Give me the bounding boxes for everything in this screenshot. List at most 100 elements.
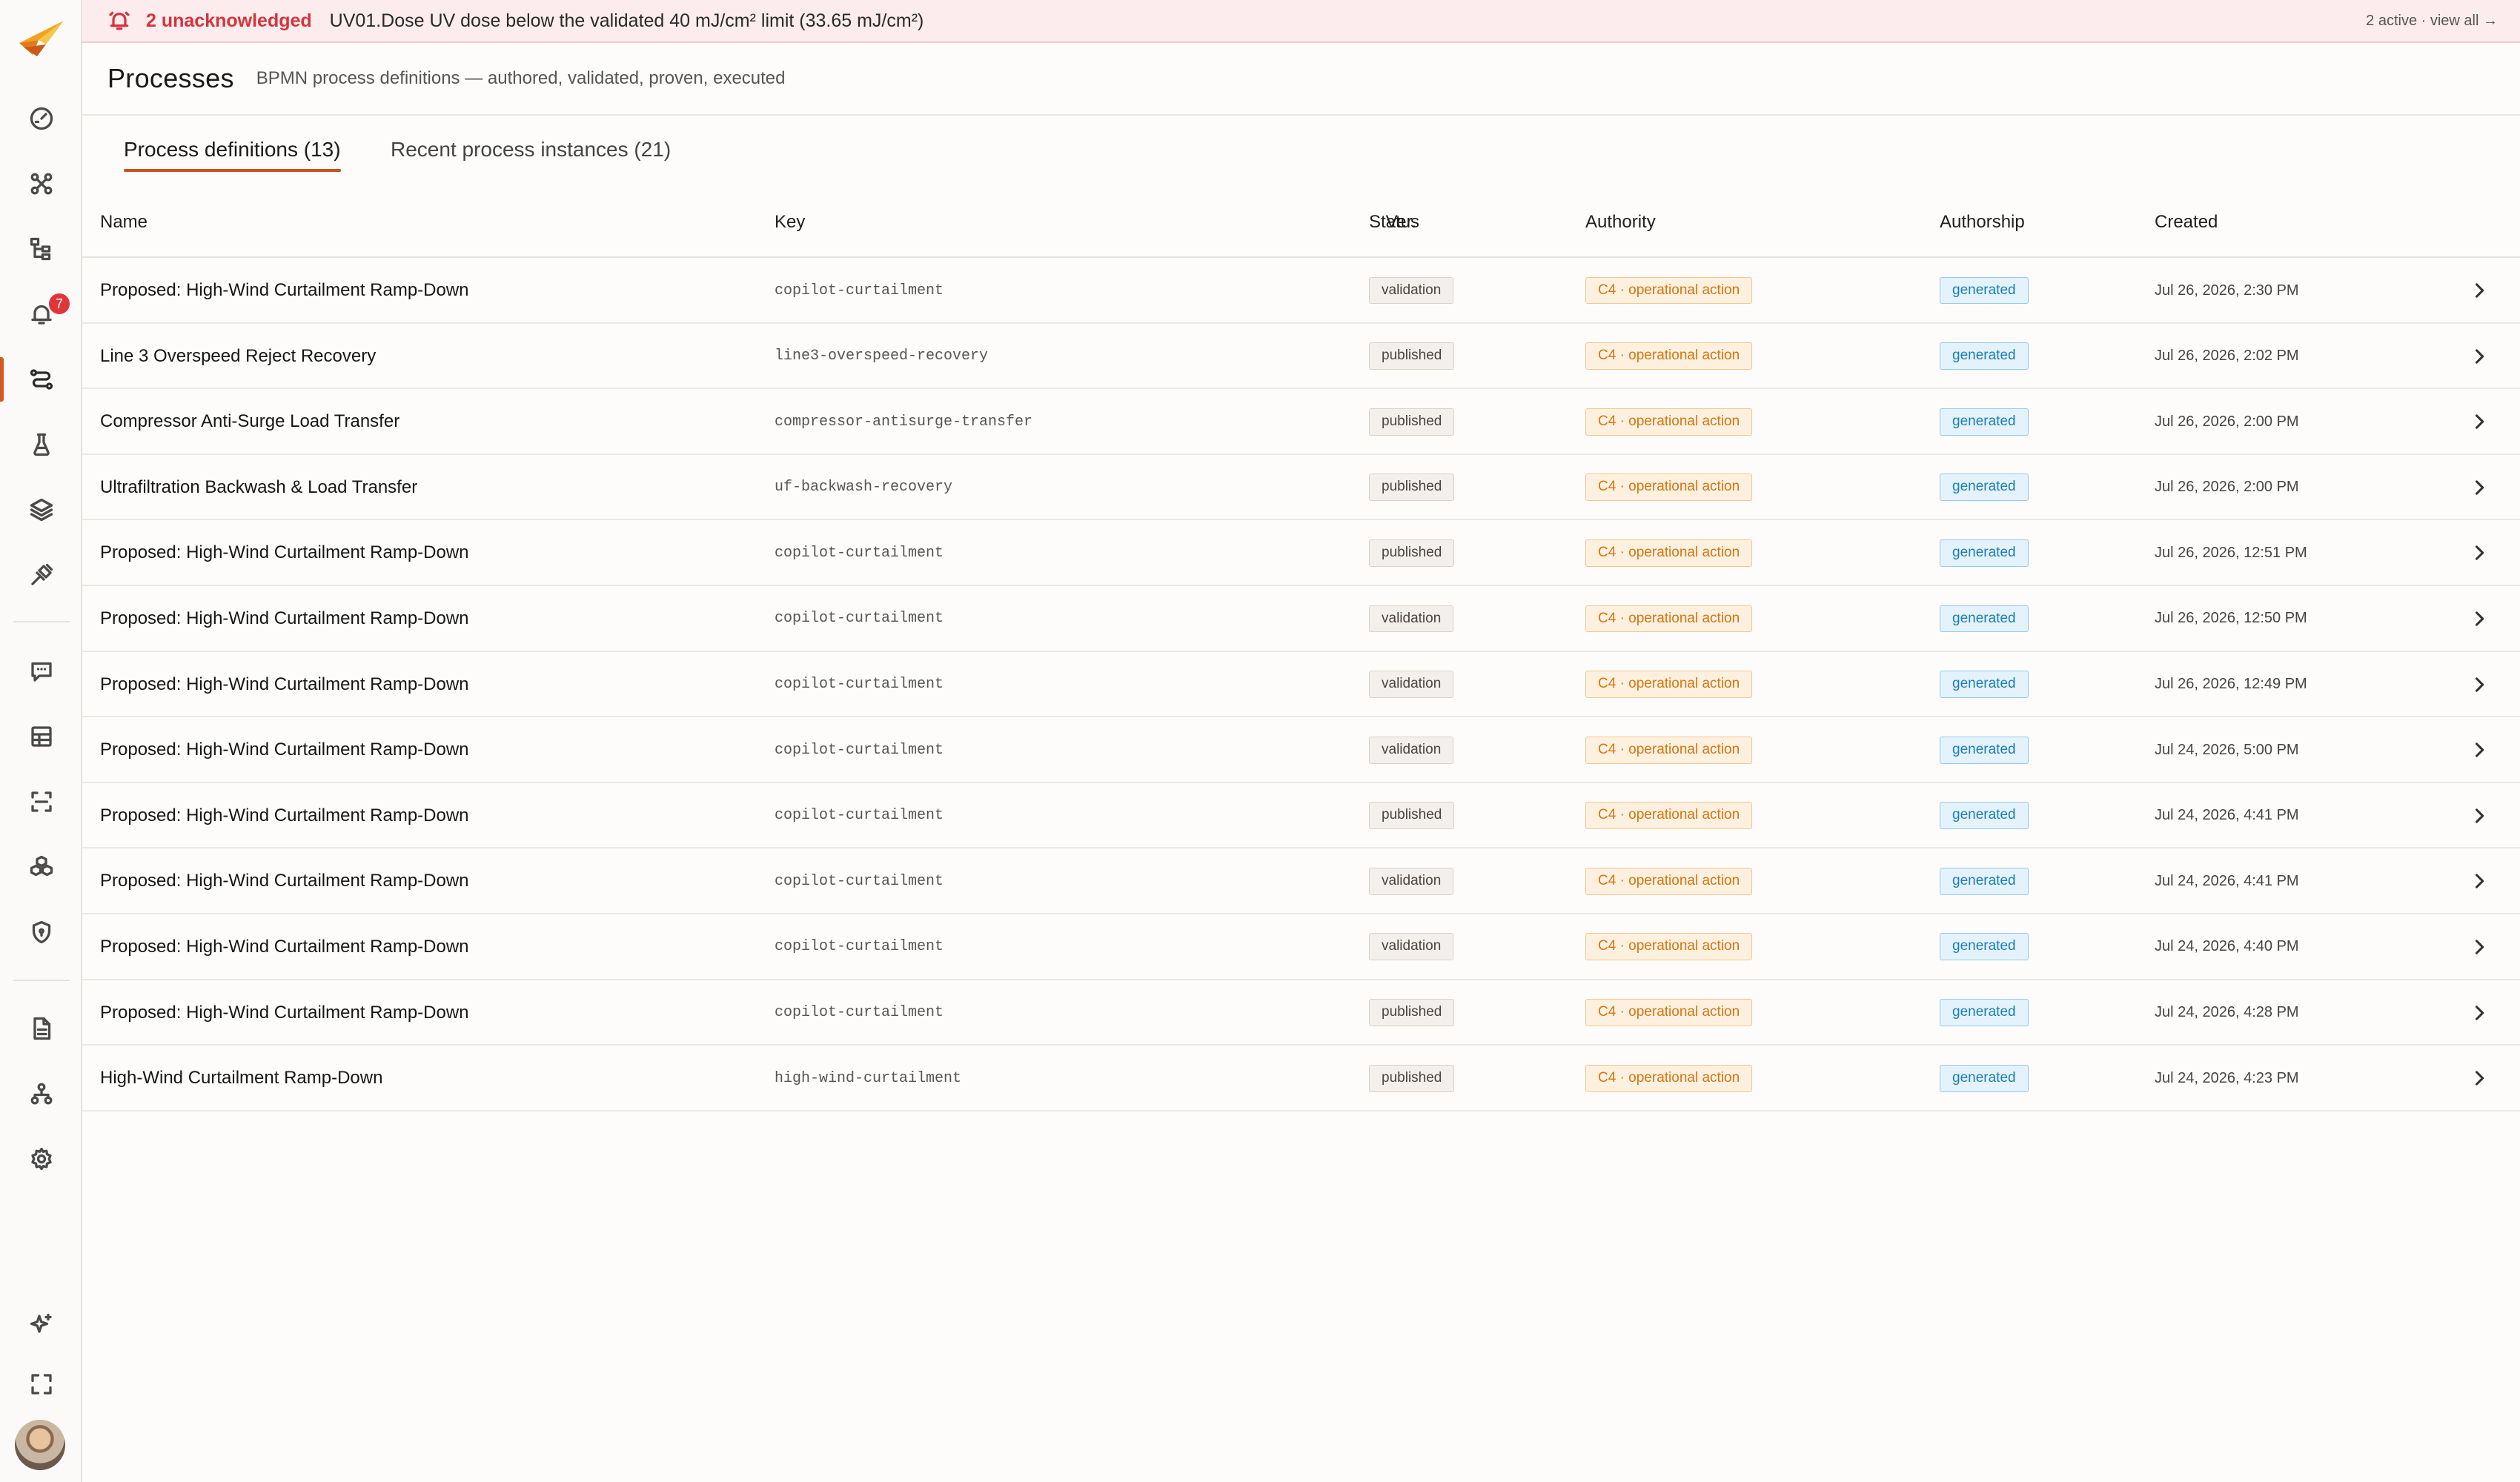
nav-org[interactable] [0,1063,82,1125]
status-cell: published [1369,980,1455,1046]
nav-graph[interactable] [0,153,82,215]
chevron-right-icon[interactable] [2469,1046,2490,1111]
authority-cell: C4 · operational action [1585,848,1753,914]
chevron-right-icon[interactable] [2469,717,2490,782]
process-name: Proposed: High-Wind Curtailment Ramp-Dow… [100,674,469,694]
chevron-right-icon[interactable] [2469,258,2490,323]
authorship-badge: generated [1940,276,2029,305]
authority-badge: C4 · operational action [1585,671,1753,698]
column-header-created[interactable]: Created [2155,212,2218,233]
nav-tables[interactable] [0,705,82,768]
authority-cell: C4 · operational action [1585,324,1753,389]
table-row[interactable]: Proposed: High-Wind Curtailment Ramp-Dow… [82,914,2520,980]
status-cell: published [1369,783,1455,848]
chevron-right-icon[interactable] [2469,980,2490,1046]
nav-processes[interactable] [0,348,82,411]
nav-assistant[interactable] [0,1294,82,1356]
chevron-right-icon[interactable] [2469,848,2490,914]
nav-chat[interactable] [0,640,82,702]
table-row[interactable]: Compressor Anti-Surge Load Transfer compr… [82,389,2520,455]
created-date: Jul 24, 2026, 4:41 PM [2155,807,2299,824]
table-row[interactable]: Proposed: High-Wind Curtailment Ramp-Dow… [82,652,2520,718]
authority-badge: C4 · operational action [1585,342,1753,370]
nav-hierarchy[interactable] [0,218,82,280]
nav-fullscreen[interactable] [0,1353,82,1415]
nav-dashboard[interactable] [0,87,82,150]
authorship-badge: generated [1940,1064,2029,1092]
status-cell: published [1369,455,1455,520]
authority-cell: C4 · operational action [1585,717,1753,782]
document-icon [33,1017,50,1040]
table-row[interactable]: Proposed: High-Wind Curtailment Ramp-Dow… [82,717,2520,783]
chevron-right-icon[interactable] [2469,783,2490,848]
status-cell: validation [1369,848,1454,914]
table-row[interactable]: High-Wind Curtailment Ramp-Down high-wind… [82,1046,2520,1112]
chevron-right-icon[interactable] [2469,520,2490,585]
table-row[interactable]: Proposed: High-Wind Curtailment Ramp-Dow… [82,783,2520,849]
process-name: Proposed: High-Wind Curtailment Ramp-Dow… [100,542,469,563]
chevron-right-icon[interactable] [2469,455,2490,520]
nav-settings[interactable] [0,1128,82,1190]
user-avatar[interactable] [15,1420,65,1470]
table-row[interactable]: Proposed: High-Wind Curtailment Ramp-Dow… [82,586,2520,652]
column-header-name[interactable]: Name [100,212,147,233]
chevron-right-icon[interactable] [2469,586,2490,651]
table-row[interactable]: Ultrafiltration Backwash & Load Transfer… [82,455,2520,521]
authority-cell: C4 · operational action [1585,258,1753,323]
process-key: copilot-curtailment [775,807,944,825]
status-cell: validation [1369,717,1454,782]
table-row[interactable]: Proposed: High-Wind Curtailment Ramp-Dow… [82,980,2520,1046]
column-header-authority[interactable]: Authority [1585,212,1656,233]
table-header: Name Key Ver. Status Authority Authorshi… [82,190,2520,258]
created-date: Jul 24, 2026, 4:28 PM [2155,1004,2299,1021]
nav-documents[interactable] [0,997,82,1060]
process-name: Compressor Anti-Surge Load Transfer [100,411,400,432]
authority-cell: C4 · operational action [1585,586,1753,651]
nav-connectors[interactable] [0,544,82,606]
app-logo[interactable] [16,18,67,59]
authorship-badge: generated [1940,867,2029,895]
chevron-right-icon[interactable] [2469,652,2490,717]
table-grid-icon [30,726,52,747]
created-date: Jul 26, 2026, 12:50 PM [2155,610,2307,627]
process-key: uf-backwash-recovery [775,479,953,496]
column-header-key[interactable]: Key [775,212,805,233]
sparkle-icon [30,1313,52,1333]
created-date: Jul 26, 2026, 2:00 PM [2155,413,2299,430]
column-header-authorship[interactable]: Authorship [1940,212,2025,233]
nav-alarms[interactable]: 7 [0,283,82,345]
chevron-right-icon[interactable] [2469,389,2490,454]
authorship-cell: generated [1940,914,2029,980]
table-row[interactable]: Line 3 Overspeed Reject Recovery line3-ov… [82,324,2520,390]
authority-badge: C4 · operational action [1585,933,1753,961]
page-subtitle: BPMN process definitions — authored, val… [256,68,786,88]
authorship-cell: generated [1940,520,2029,585]
chevron-right-icon[interactable] [2469,914,2490,980]
column-header-status[interactable]: Status [1369,212,1419,233]
nav-assets[interactable] [0,836,82,898]
table-row[interactable]: Proposed: High-Wind Curtailment Ramp-Dow… [82,520,2520,586]
scan-frame-icon [30,791,52,812]
page-title: Processes [107,63,234,93]
alarm-banner[interactable]: 2 unacknowledged UV01.Dose UV dose below… [82,0,2520,43]
table-row[interactable]: Proposed: High-Wind Curtailment Ramp-Dow… [82,848,2520,914]
nav-lab[interactable] [0,413,82,476]
nav-security[interactable] [0,901,82,963]
authority-badge: C4 · operational action [1585,276,1753,305]
chevron-right-icon[interactable] [2469,324,2490,389]
authorship-badge: generated [1940,802,2029,830]
nav-scan[interactable] [0,771,82,833]
created-date: Jul 24, 2026, 4:40 PM [2155,938,2299,955]
chat-icon [30,662,52,682]
sidebar-divider [13,980,70,981]
authorship-badge: generated [1940,605,2029,633]
process-name: Proposed: High-Wind Curtailment Ramp-Dow… [100,608,469,628]
tab-process-definitions[interactable]: Process definitions (13) [124,138,341,172]
table-row[interactable]: Proposed: High-Wind Curtailment Ramp-Dow… [82,258,2520,324]
nav-layers[interactable] [0,479,82,541]
status-badge: published [1369,342,1455,370]
view-all-alarms-link[interactable]: 2 active · view all → [2366,13,2498,30]
authority-cell: C4 · operational action [1585,1046,1753,1111]
tab-recent-process-instances[interactable]: Recent process instances (21) [391,138,671,172]
graph-nodes-icon [30,173,52,195]
